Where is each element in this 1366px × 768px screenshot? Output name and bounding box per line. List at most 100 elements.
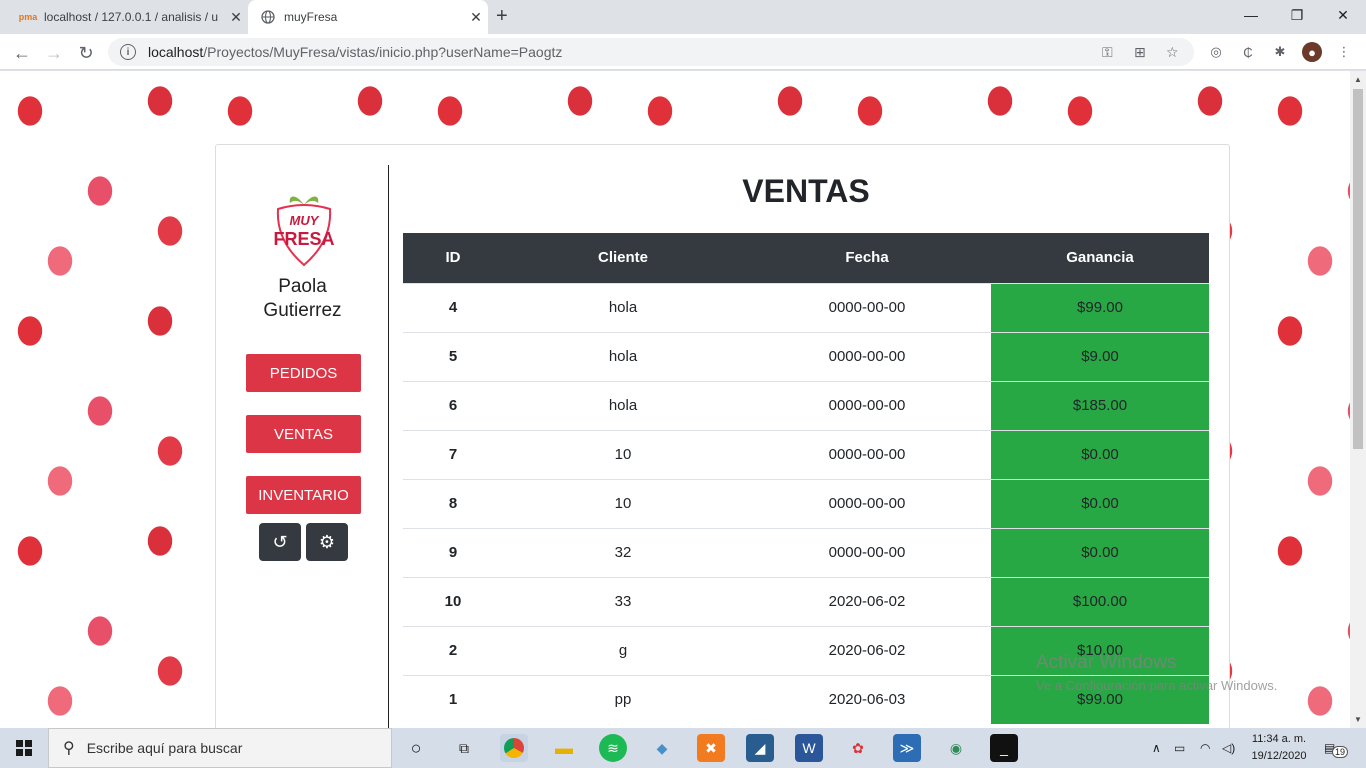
watermark-title: Activar Windows (1036, 652, 1177, 673)
page-title: VENTAS (742, 173, 870, 209)
cell-cliente: 33 (503, 576, 743, 626)
page-scrollbar[interactable]: ▲ ▼ (1350, 71, 1366, 728)
close-tab-icon[interactable]: ✕ (224, 9, 248, 26)
cell-id: 10 (403, 576, 503, 626)
bookmark-star-icon[interactable]: ☆ (1166, 44, 1179, 61)
svg-text:FRESA: FRESA (273, 229, 334, 249)
close-window-icon[interactable]: ✕ (1320, 0, 1366, 30)
scroll-down-icon[interactable]: ▼ (1354, 715, 1362, 724)
cell-id: 2 (403, 625, 503, 675)
settings-button[interactable]: ⚙ (306, 523, 348, 561)
taskbar-search[interactable]: ⚲ Escribe aquí para buscar (48, 728, 392, 768)
cell-fecha: 0000-00-00 (743, 331, 991, 381)
cell-cliente: hola (503, 331, 743, 381)
globe-icon (260, 9, 276, 25)
search-icon: ⚲ (63, 740, 75, 757)
extension-icon[interactable]: ₵ (1238, 42, 1258, 62)
key-icon[interactable]: ⚿ (1102, 44, 1113, 61)
table-row: 5 hola 0000-00-00 $9.00 (403, 331, 1209, 381)
cell-ganancia: $0.00 (991, 527, 1209, 577)
table-row: 4 hola 0000-00-00 $99.00 (403, 282, 1209, 332)
cell-ganancia: $9.00 (991, 331, 1209, 381)
xampp-icon[interactable]: ✖ (697, 734, 725, 762)
app-icon[interactable]: ◆ (648, 734, 676, 762)
phpmyadmin-icon: pma (18, 12, 38, 22)
site-info-icon[interactable]: i (120, 44, 136, 60)
cell-cliente: 32 (503, 527, 743, 577)
column-header-id: ID (403, 233, 503, 283)
scroll-up-icon[interactable]: ▲ (1354, 75, 1362, 84)
table-row: 7 10 0000-00-00 $0.00 (403, 429, 1209, 479)
table-row: 10 33 2020-06-02 $100.00 (403, 576, 1209, 626)
cell-id: 5 (403, 331, 503, 381)
minimize-icon[interactable]: — (1228, 0, 1274, 30)
cell-id: 9 (403, 527, 503, 577)
spotify-icon[interactable]: ≋ (599, 734, 627, 762)
task-view-icon[interactable]: ⧉ (450, 734, 478, 762)
browser-tab-muyfresa[interactable]: muyFresa ✕ (248, 0, 488, 34)
table-row: 9 32 0000-00-00 $0.00 (403, 527, 1209, 577)
activate-windows-watermark: Activar Windows Ve a Configuración para … (1036, 652, 1277, 693)
cell-fecha: 0000-00-00 (743, 478, 991, 528)
cell-fecha: 0000-00-00 (743, 429, 991, 479)
tab-title: localhost / 127.0.0.1 / analisis / u (44, 10, 219, 24)
pedidos-button[interactable]: PEDIDOS (246, 354, 361, 392)
close-tab-icon[interactable]: ✕ (464, 9, 488, 26)
user-name: Paola Gutierrez (263, 276, 342, 321)
cell-fecha: 0000-00-00 (743, 282, 991, 332)
forward-icon[interactable]: → (42, 41, 66, 65)
new-tab-icon[interactable]: + (496, 5, 508, 28)
notification-center-icon[interactable]: ▤ 19 (1324, 728, 1349, 768)
menu-icon[interactable]: ⋮ (1334, 42, 1354, 62)
taskbar-clock[interactable]: 11:34 a. m. 19/12/2020 (1244, 731, 1314, 765)
undo-icon: ↺ (272, 531, 288, 552)
windows-start-icon[interactable] (0, 728, 48, 768)
browser-tab-bar: pma localhost / 127.0.0.1 / analisis / u… (0, 0, 1366, 34)
browser-tab-phpmyadmin[interactable]: pma localhost / 127.0.0.1 / analisis / u… (8, 0, 248, 34)
profile-avatar[interactable]: ● (1302, 42, 1322, 62)
volume-icon[interactable]: ◁) (1222, 728, 1235, 768)
mysql-workbench-icon[interactable]: ◢ (746, 734, 774, 762)
cell-ganancia: $99.00 (991, 282, 1209, 332)
reload-icon[interactable]: ↻ (74, 41, 98, 65)
cell-cliente: 10 (503, 429, 743, 479)
cell-fecha: 0000-00-00 (743, 527, 991, 577)
notification-count: 19 (1332, 746, 1349, 758)
chrome-icon[interactable] (500, 734, 528, 762)
maps-icon[interactable]: ◉ (942, 734, 970, 762)
ventas-button[interactable]: VENTAS (246, 415, 361, 453)
cell-ganancia: $0.00 (991, 478, 1209, 528)
url-path: /Proyectos/MuyFresa/vistas/inicio.php?us… (203, 44, 563, 60)
main-content: VENTAS ID Cliente Fecha Ganancia 4 hola 00… (403, 145, 1209, 728)
tab-title: muyFresa (284, 10, 338, 24)
translate-icon[interactable]: ⊞ (1134, 44, 1146, 61)
clock-date: 19/12/2020 (1251, 750, 1307, 762)
battery-icon[interactable]: ▭ (1174, 728, 1185, 768)
sidebar: MUY FRESA Paola Gutierrez PEDIDOS VENTAS… (216, 165, 389, 728)
url-host: localhost (148, 44, 204, 60)
cell-fecha: 2020-06-03 (743, 674, 991, 724)
table-header-row: ID Cliente Fecha Ganancia (403, 233, 1209, 283)
tray-chevron-icon[interactable]: ∧ (1152, 728, 1161, 768)
powershell-icon[interactable]: ≫ (893, 734, 921, 762)
scrollbar-thumb[interactable] (1353, 89, 1363, 449)
file-explorer-icon[interactable]: ▬ (550, 734, 578, 762)
column-header-fecha: Fecha (743, 233, 991, 283)
wifi-icon[interactable]: ◠ (1200, 728, 1210, 768)
cortana-icon[interactable]: ○ (402, 734, 430, 762)
extension-icon[interactable]: ◎ (1206, 42, 1226, 62)
terminal-icon[interactable]: _ (990, 734, 1018, 762)
inventario-button[interactable]: INVENTARIO (246, 476, 361, 514)
word-icon[interactable]: W (795, 734, 823, 762)
app-icon[interactable]: ✿ (844, 734, 872, 762)
puzzle-icon[interactable]: ✱ (1270, 42, 1290, 62)
cell-id: 8 (403, 478, 503, 528)
cell-ganancia: $0.00 (991, 429, 1209, 479)
address-bar[interactable]: i localhost/Proyectos/MuyFresa/vistas/in… (108, 38, 1194, 66)
cell-ganancia: $100.00 (991, 576, 1209, 626)
logout-button[interactable]: ↺ (259, 523, 301, 561)
restore-icon[interactable]: ❐ (1274, 0, 1320, 30)
search-placeholder: Escribe aquí para buscar (86, 740, 243, 756)
cell-ganancia: $185.00 (991, 380, 1209, 430)
back-icon[interactable]: ← (10, 41, 34, 65)
